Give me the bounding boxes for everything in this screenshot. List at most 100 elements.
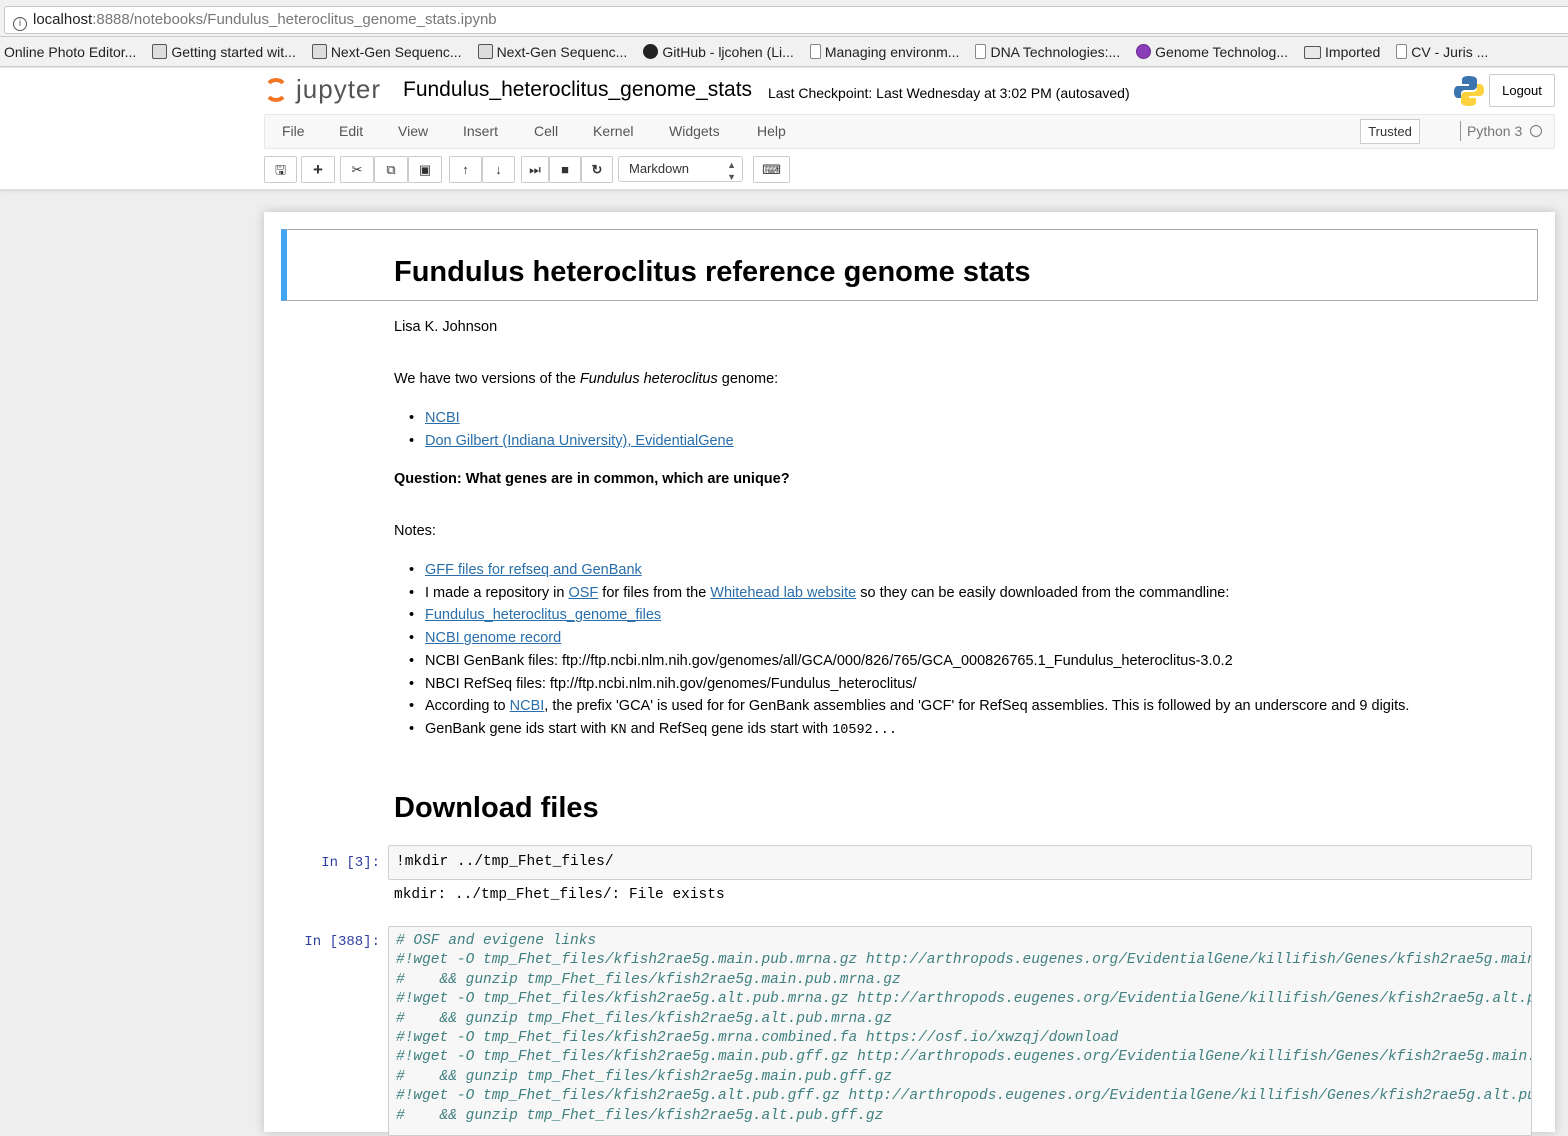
bookmark-item[interactable]: Imported xyxy=(1304,37,1381,66)
save-button[interactable]: 🖫 xyxy=(264,156,297,183)
notebook-title-heading: Fundulus heteroclitus reference genome s… xyxy=(394,256,1031,288)
code-line: # && gunzip tmp_Fhet_files/kfish2rae5g.m… xyxy=(396,971,901,988)
code-line: #!wget -O tmp_Fhet_files/kfish2rae5g.mrn… xyxy=(396,1029,1119,1046)
restart-button[interactable]: ↻ xyxy=(581,156,613,183)
list-item: Don Gilbert (Indiana University), Eviden… xyxy=(394,430,734,453)
menu-help[interactable]: Help xyxy=(757,115,786,148)
bookmark-label: Genome Technolog... xyxy=(1155,44,1289,60)
browser-address-area: i localhost:8888/notebooks/Fundulus_heter… xyxy=(0,0,1568,36)
bookmark-item[interactable]: Online Photo Editor... xyxy=(4,37,137,66)
code-cell-input[interactable]: # OSF and evigene links #!wget -O tmp_Fhe… xyxy=(388,926,1532,1136)
cut-button[interactable]: ✂ xyxy=(340,156,374,183)
text: for files from the xyxy=(598,584,711,601)
menu-kernel[interactable]: Kernel xyxy=(593,115,633,148)
menu-view[interactable]: View xyxy=(398,115,428,148)
command-palette-button[interactable]: ⌨ xyxy=(753,156,790,183)
paste-icon: ▣ xyxy=(418,162,432,177)
step-forward-icon: ⏭ xyxy=(529,162,541,177)
page-icon xyxy=(809,44,821,59)
menu-file[interactable]: File xyxy=(282,115,305,148)
link[interactable]: Don Gilbert (Indiana University), Eviden… xyxy=(425,433,734,449)
copy-button[interactable]: ⧉ xyxy=(374,156,408,183)
url-bar[interactable]: i localhost:8888/notebooks/Fundulus_heter… xyxy=(4,6,1568,34)
refresh-icon: ↻ xyxy=(591,162,603,177)
code-line: #!wget -O tmp_Fhet_files/kfish2rae5g.alt… xyxy=(396,991,1532,1008)
text: , the prefix 'GCA' is used for for GenBa… xyxy=(544,698,1410,715)
cell-prompt: In [388]: xyxy=(304,934,380,950)
link[interactable]: Whitehead lab website xyxy=(710,585,856,601)
code-line: # OSF and evigene links xyxy=(396,933,597,949)
list-item: NCBI xyxy=(394,407,734,430)
link[interactable]: OSF xyxy=(568,585,598,601)
notes-label: Notes: xyxy=(394,523,436,539)
paste-button[interactable]: ▣ xyxy=(408,156,442,183)
checkpoint-status: Last Checkpoint: Last Wednesday at 3:02 … xyxy=(768,85,1130,101)
page-icon xyxy=(1396,44,1408,59)
bookmark-item[interactable]: DNA Technologies:... xyxy=(975,37,1120,66)
text: and RefSeq gene ids start with xyxy=(626,720,833,737)
cell-prompt: In [3]: xyxy=(321,855,380,871)
list-item: GenBank gene ids start with KN and RefSe… xyxy=(394,718,1409,743)
text: According to xyxy=(425,698,510,715)
bookmark-label: Next-Gen Sequenc... xyxy=(330,44,462,60)
link[interactable]: GFF files for refseq and GenBank xyxy=(425,562,642,578)
notebook-name[interactable]: Fundulus_heteroclitus_genome_stats xyxy=(403,78,752,102)
save-icon: 🖫 xyxy=(274,162,287,177)
code-line: #!wget -O tmp_Fhet_files/kfish2rae5g.mai… xyxy=(396,1049,1532,1066)
author: Lisa K. Johnson xyxy=(394,319,498,335)
intro-text: We have two versions of the Fundulus het… xyxy=(394,371,779,387)
text: NBCI RefSeq files: ftp://ftp.ncbi.nlm.ni… xyxy=(425,675,917,692)
logout-button[interactable]: Logout xyxy=(1489,74,1555,107)
copy-icon: ⧉ xyxy=(386,162,396,177)
link[interactable]: NCBI genome record xyxy=(425,630,561,646)
list-item: NCBI GenBank files: ftp://ftp.ncbi.nlm.n… xyxy=(394,650,1409,673)
menu-widgets[interactable]: Widgets xyxy=(669,115,720,148)
text: I made a repository in xyxy=(425,584,569,601)
cell-type-select[interactable]: Markdown ▲ ▼ xyxy=(618,156,743,182)
bookmark-item[interactable]: Next-Gen Sequenc... xyxy=(477,37,627,66)
code-line: # && gunzip tmp_Fhet_files/kfish2rae5g.a… xyxy=(396,1107,884,1124)
text: GenBank gene ids start with xyxy=(425,720,611,737)
menu-insert[interactable]: Insert xyxy=(463,115,498,148)
insert-cell-button[interactable]: + xyxy=(301,156,335,183)
code-line: # && gunzip tmp_Fhet_files/kfish2rae5g.m… xyxy=(396,1068,892,1085)
inline-code: KN xyxy=(610,722,627,738)
bookmark-item[interactable]: GitHub - ljcohen (Li... xyxy=(643,37,794,66)
code-cell-input[interactable]: !mkdir ../tmp_Fhet_files/ xyxy=(388,845,1532,880)
menu-edit[interactable]: Edit xyxy=(339,115,363,148)
bookmark-label: Getting started wit... xyxy=(171,44,296,60)
run-button[interactable]: ⏭ xyxy=(521,156,549,183)
info-icon[interactable]: i xyxy=(13,17,27,31)
jupyter-logo[interactable]: jupyter xyxy=(264,74,381,105)
bookmark-label: Managing environm... xyxy=(824,44,960,60)
scissors-icon: ✂ xyxy=(351,162,363,177)
move-down-button[interactable]: ↓ xyxy=(482,156,515,183)
link[interactable]: Fundulus_heteroclitus_genome_files xyxy=(425,607,661,623)
list-item: According to NCBI, the prefix 'GCA' is u… xyxy=(394,695,1409,718)
folder-icon xyxy=(1304,46,1322,59)
link[interactable]: NCBI xyxy=(425,410,460,426)
keyboard-icon: ⌨ xyxy=(762,162,781,177)
trusted-indicator[interactable]: Trusted xyxy=(1360,119,1420,144)
bookmark-label: Imported xyxy=(1325,44,1381,60)
list-item: Fundulus_heteroclitus_genome_files xyxy=(394,604,1409,627)
kernel-idle-icon xyxy=(1530,125,1543,137)
bookmark-label: CV - Juris ... xyxy=(1411,44,1489,60)
bookmark-item[interactable]: Managing environm... xyxy=(809,37,960,66)
stop-icon: ■ xyxy=(561,162,569,177)
bookmark-label: GitHub - ljcohen (Li... xyxy=(662,44,794,60)
code-line: !mkdir ../tmp_Fhet_files/ xyxy=(396,854,614,870)
link[interactable]: NCBI xyxy=(510,698,545,714)
bookmark-item[interactable]: Next-Gen Sequenc... xyxy=(311,37,462,66)
bookmark-item[interactable]: Getting started wit... xyxy=(152,37,296,66)
code-line: #!wget -O tmp_Fhet_files/kfish2rae5g.alt… xyxy=(396,1088,1532,1105)
notes-list: GFF files for refseq and GenBank I made a… xyxy=(394,559,1409,743)
bookmark-item[interactable]: CV - Juris ... xyxy=(1396,37,1489,66)
move-up-button[interactable]: ↑ xyxy=(449,156,482,183)
arrow-up-icon: ↑ xyxy=(462,162,469,177)
interrupt-button[interactable]: ■ xyxy=(549,156,581,183)
menu-cell[interactable]: Cell xyxy=(534,115,558,148)
book-icon xyxy=(311,44,327,59)
bookmark-item[interactable]: Genome Technolog... xyxy=(1136,37,1289,66)
bookmark-label: Online Photo Editor... xyxy=(4,44,137,60)
